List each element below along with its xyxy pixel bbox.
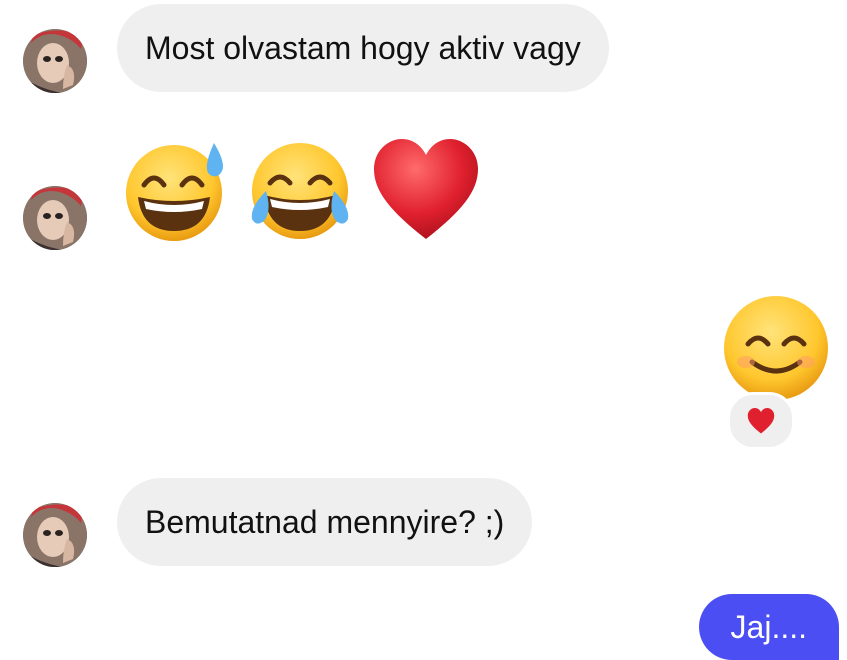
avatar-photo-icon xyxy=(23,503,87,567)
red-heart-icon xyxy=(374,139,478,239)
message-text: Most olvastam hogy aktiv vagy xyxy=(145,30,581,66)
avatar-photo-icon xyxy=(23,186,87,250)
incoming-message-bubble[interactable]: Bemutatnad mennyire? ;) xyxy=(117,478,533,566)
incoming-emoji-message[interactable] xyxy=(122,135,482,245)
heart-reaction-badge[interactable] xyxy=(727,392,795,450)
grinning-face-with-sweat-icon xyxy=(126,143,223,241)
face-with-tears-of-joy-icon xyxy=(251,143,349,239)
outgoing-message-bubble[interactable]: Jaj.... xyxy=(698,594,839,660)
outgoing-emoji-message[interactable] xyxy=(722,294,830,407)
avatar-photo-icon xyxy=(23,29,87,93)
contact-avatar[interactable] xyxy=(23,186,87,250)
message-text: Jaj.... xyxy=(730,608,807,645)
contact-avatar[interactable] xyxy=(23,503,87,567)
contact-avatar[interactable] xyxy=(23,29,87,93)
red-heart-icon xyxy=(747,408,775,434)
incoming-message-bubble[interactable]: Most olvastam hogy aktiv vagy xyxy=(117,4,609,92)
message-text: Bemutatnad mennyire? ;) xyxy=(145,504,505,540)
smiling-face-with-smiling-eyes-icon xyxy=(724,296,828,400)
